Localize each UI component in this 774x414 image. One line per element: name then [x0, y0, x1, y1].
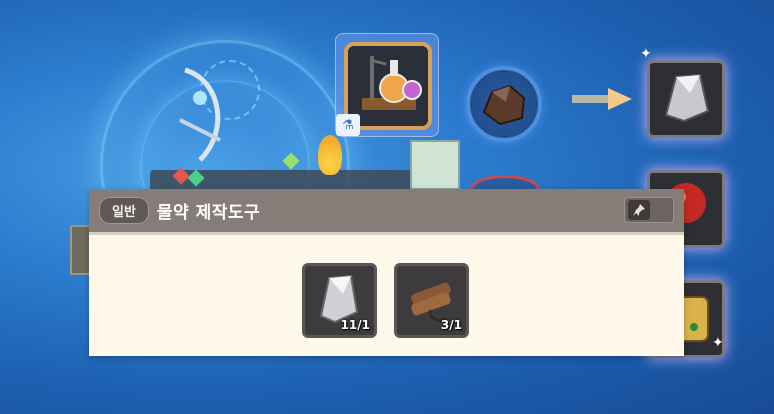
material-slot[interactable]: 3/1	[394, 263, 469, 338]
banner-decoration	[410, 140, 460, 190]
item-title: 물약 제작도구	[156, 203, 261, 223]
sparkle-icon: ✦	[640, 46, 652, 62]
silver-ingot-icon	[664, 73, 710, 123]
pin-button[interactable]	[624, 197, 674, 223]
arrow-right-icon	[572, 88, 632, 110]
glowing-flask-decoration	[318, 135, 342, 175]
pin-icon	[628, 200, 650, 220]
astrolabe-decoration	[179, 67, 221, 162]
workbench-icon: ⚗	[336, 114, 360, 136]
raw-ore-icon	[482, 84, 526, 126]
tooltip-header: 일반 물약 제작도구	[89, 189, 684, 235]
input-material-slot[interactable]	[466, 66, 542, 142]
materials-list: 11/1 3/1	[302, 263, 469, 338]
crafting-tool-slot[interactable]: ⚗	[335, 33, 439, 137]
result-slot-1[interactable]	[647, 60, 725, 138]
grade-badge: 일반	[99, 197, 149, 224]
material-count: 3/1	[440, 318, 462, 332]
sparkle-icon: ✦	[712, 335, 724, 351]
material-count: 11/1	[340, 318, 370, 332]
item-tooltip-panel: 일반 물약 제작도구 11/1 3/1	[89, 189, 684, 356]
material-slot[interactable]: 11/1	[302, 263, 377, 338]
crafting-scene: ⚗ ✦ ✦ 일반 물약 제작도구 11/1 3/1	[0, 0, 774, 414]
